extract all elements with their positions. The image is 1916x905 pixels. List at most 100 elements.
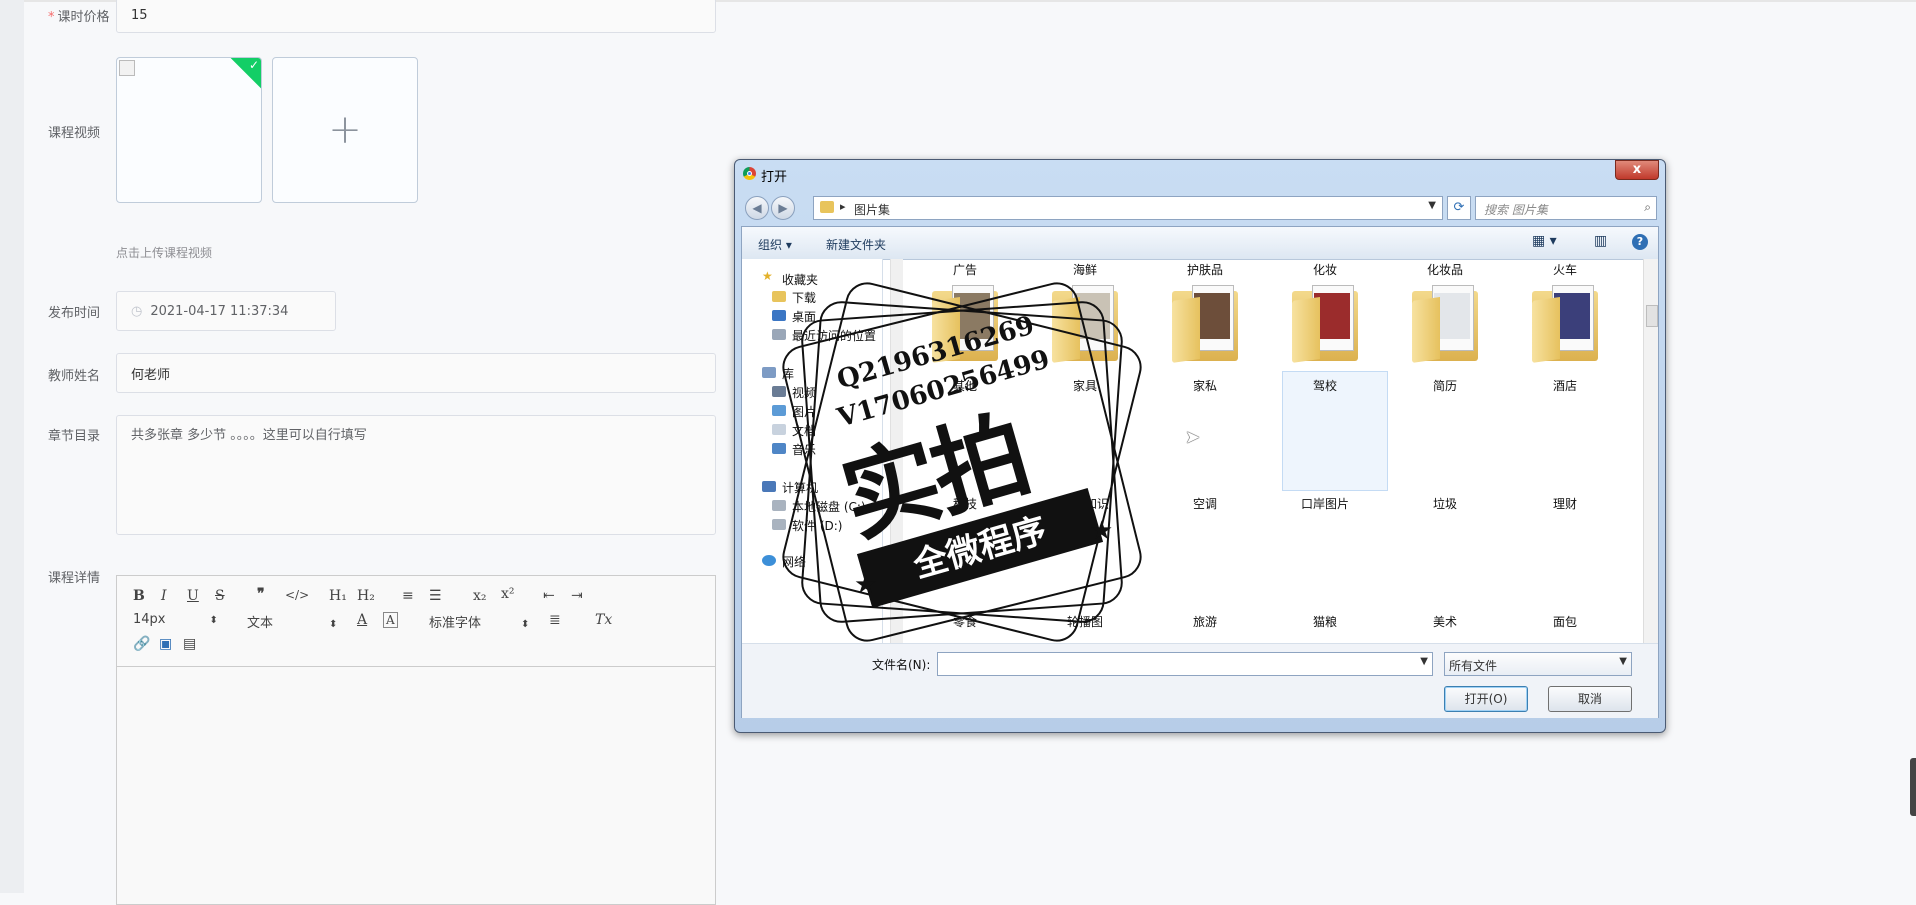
code-icon[interactable]: </> xyxy=(285,588,309,602)
folder-label[interactable]: 化妆 xyxy=(1270,261,1380,278)
folder-label[interactable]: 空调 xyxy=(1150,495,1260,512)
folder-icon[interactable] xyxy=(1292,285,1358,363)
folder-label[interactable]: 科技 xyxy=(910,495,1020,512)
nav-docs[interactable]: 文档 xyxy=(792,422,816,439)
price-input[interactable]: 15 xyxy=(116,0,716,33)
cancel-button[interactable]: 取消 xyxy=(1548,686,1632,712)
close-button[interactable]: x xyxy=(1615,160,1659,180)
image-icon[interactable]: ▣ xyxy=(159,636,172,652)
superscript-icon[interactable]: x² xyxy=(501,586,515,602)
folder-icon[interactable] xyxy=(1412,285,1478,363)
address-bar[interactable]: ▸ 图片集 ▼ xyxy=(813,196,1443,220)
folder-label[interactable]: 化妆品 xyxy=(1390,261,1500,278)
folder-label[interactable]: 其他 xyxy=(910,377,1020,394)
folder-label[interactable]: 火车 xyxy=(1510,261,1620,278)
chevron-down-icon[interactable]: ▼ xyxy=(1428,200,1436,211)
new-folder-button[interactable]: 新建文件夹 xyxy=(826,236,886,253)
nav-recent[interactable]: 最近访问的位置 xyxy=(792,327,876,344)
nav-favorites[interactable]: 收藏夹 xyxy=(782,271,818,288)
folder-label[interactable]: 猫粮 xyxy=(1270,613,1380,630)
h1-icon[interactable]: H₁ xyxy=(329,588,347,604)
view-menu-icon[interactable]: ▦ ▾ xyxy=(1532,233,1557,249)
folder-icon[interactable] xyxy=(1052,285,1118,363)
folder-label[interactable]: 口岸图片 xyxy=(1270,495,1380,512)
folder-label[interactable]: 垃圾 xyxy=(1390,495,1500,512)
file-grid: 广告 海鲜 护肤品 化妆 化妆品 火车其他 家具 家私 驾校 简历 酒店科技 科普知识 空调 口岸图片 垃圾… xyxy=(904,259,1634,643)
folder-label[interactable]: 零食 xyxy=(910,613,1020,630)
background-color-icon[interactable]: A xyxy=(383,612,398,628)
folder-label[interactable]: 美术 xyxy=(1390,613,1500,630)
chevron-down-icon[interactable]: ▼ xyxy=(1420,656,1428,667)
folder-label[interactable]: 家具 xyxy=(1030,377,1140,394)
nav-computer[interactable]: 计算机 xyxy=(782,479,818,496)
folder-label[interactable]: 旅游 xyxy=(1150,613,1260,630)
folder-label[interactable]: 家私 xyxy=(1150,377,1260,394)
open-button[interactable]: 打开(O) xyxy=(1444,686,1528,712)
bullet-list-icon[interactable]: ☰ xyxy=(429,588,442,604)
refresh-button[interactable]: ⟳ xyxy=(1447,196,1471,220)
folder-label[interactable]: 广告 xyxy=(910,261,1020,278)
clear-format-icon[interactable]: Tx xyxy=(595,612,612,628)
uploaded-video-card[interactable]: ✓ xyxy=(116,57,262,203)
folder-icon[interactable] xyxy=(1532,285,1598,363)
underline-icon[interactable]: U xyxy=(187,588,199,604)
dialog-title-bar[interactable]: 打开 x xyxy=(735,160,1665,188)
file-grid-scrollbar[interactable] xyxy=(1643,259,1658,643)
search-input[interactable]: 搜索 图片集 ⌕ xyxy=(1475,196,1657,220)
filetype-select[interactable]: 所有文件 ▼ xyxy=(1444,652,1632,676)
side-handle[interactable] xyxy=(1910,758,1916,816)
link-icon[interactable]: 🔗 xyxy=(133,636,150,652)
strike-icon[interactable]: S xyxy=(215,588,225,604)
folder-label[interactable]: 轮播图 xyxy=(1030,613,1140,630)
nav-disk-c[interactable]: 本地磁盘 (C:) xyxy=(792,498,866,515)
organize-menu[interactable]: 组织 ▾ xyxy=(758,236,792,253)
nav-library[interactable]: 库 xyxy=(782,365,794,382)
folder-label[interactable]: 简历 xyxy=(1390,377,1500,394)
subscript-icon[interactable]: x₂ xyxy=(473,588,487,604)
publish-date-picker[interactable]: ◷ 2021-04-17 11:37:34 xyxy=(116,291,336,331)
outdent-icon[interactable]: ⇤ xyxy=(543,588,555,604)
nav-scrollbar[interactable] xyxy=(890,259,903,643)
nav-pictures[interactable]: 图片 xyxy=(792,403,816,420)
scroll-thumb[interactable] xyxy=(1646,305,1658,327)
indent-icon[interactable]: ⇥ xyxy=(571,588,583,604)
teacher-input[interactable]: 何老师 xyxy=(116,353,716,393)
video-icon[interactable]: ▤ xyxy=(183,636,196,652)
music-folder-icon xyxy=(772,443,786,454)
chapter-textarea[interactable]: 共多张章 多少节 。。。。这里可以自行填写 xyxy=(116,415,716,535)
pictures-folder-icon xyxy=(772,405,786,416)
folder-label[interactable]: 驾校 xyxy=(1270,377,1380,394)
breadcrumb-path[interactable]: 图片集 xyxy=(854,201,890,218)
quote-icon[interactable]: ❞ xyxy=(257,586,265,602)
header-select[interactable]: 文本 ⬍ xyxy=(247,612,337,631)
nav-desktop[interactable]: 桌面 xyxy=(792,308,816,325)
nav-network[interactable]: 网络 xyxy=(782,553,806,570)
nav-downloads[interactable]: 下载 xyxy=(792,289,816,306)
folder-label[interactable]: 科普知识 xyxy=(1030,495,1140,512)
folder-label[interactable]: 海鲜 xyxy=(1030,261,1140,278)
bold-icon[interactable]: B xyxy=(133,588,145,604)
h2-icon[interactable]: H₂ xyxy=(357,588,375,604)
align-icon[interactable]: ≣ xyxy=(549,612,561,628)
nav-music[interactable]: 音乐 xyxy=(792,441,816,458)
font-size-select[interactable]: 14px ⬍ xyxy=(133,612,218,627)
preview-pane-icon[interactable]: ▥ xyxy=(1594,233,1607,249)
nav-video[interactable]: 视频 xyxy=(792,384,816,401)
folder-icon[interactable] xyxy=(1172,285,1238,363)
filename-input[interactable]: ▼ xyxy=(937,652,1433,676)
nav-disk-d[interactable]: 软件 (D:) xyxy=(792,517,842,534)
check-icon: ✓ xyxy=(248,58,259,72)
font-family-select[interactable]: 标准字体 ⬍ xyxy=(429,612,529,631)
help-button[interactable]: ? xyxy=(1632,234,1648,250)
folder-label[interactable]: 护肤品 xyxy=(1150,261,1260,278)
folder-label[interactable]: 酒店 xyxy=(1510,377,1620,394)
folder-label[interactable]: 理财 xyxy=(1510,495,1620,512)
italic-icon[interactable]: I xyxy=(161,588,167,604)
folder-label[interactable]: 面包 xyxy=(1510,613,1620,630)
ordered-list-icon[interactable]: ≡ xyxy=(402,588,414,604)
back-button[interactable]: ◀ xyxy=(745,196,769,220)
folder-icon[interactable] xyxy=(932,285,998,363)
add-video-button[interactable]: + xyxy=(272,57,418,203)
font-color-icon[interactable]: A xyxy=(357,612,367,628)
forward-button[interactable]: ▶ xyxy=(771,196,795,220)
